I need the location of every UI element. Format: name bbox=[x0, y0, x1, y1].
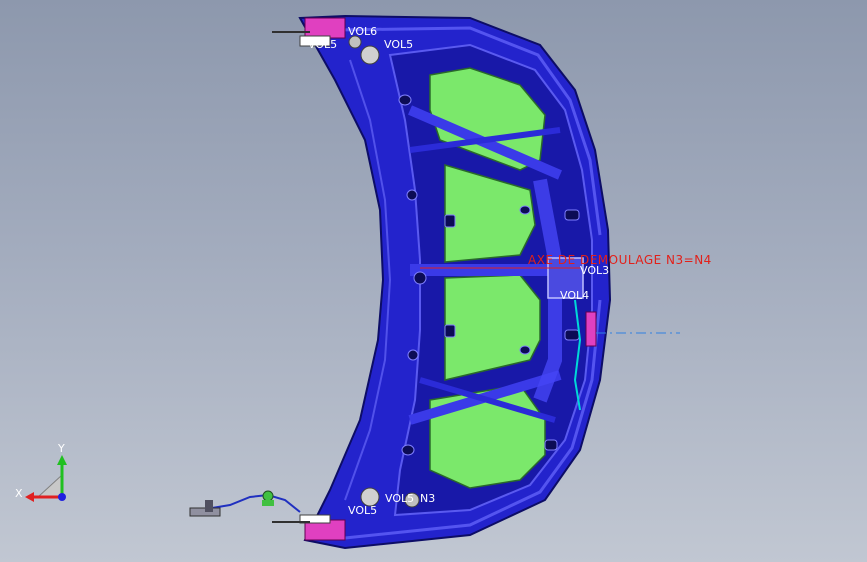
label-vol5-top: VOL5 bbox=[384, 38, 413, 51]
label-vol3: VOL3 bbox=[580, 264, 609, 277]
label-axe-demoulage: AXE DE DEMOULAGE N3=N4 bbox=[528, 253, 712, 267]
label-vol5-bottom-right: VOL5 bbox=[385, 492, 414, 505]
triad-z-axis-dot bbox=[58, 493, 66, 501]
triad-x-arrow-icon bbox=[25, 492, 34, 502]
label-vol6: VOL6 bbox=[348, 25, 377, 38]
label-vol4: VOL4 bbox=[560, 289, 589, 302]
cad-3d-viewport[interactable]: VOL6 VOL5 VOL5 AXE DE DEMOULAGE N3=N4 VO… bbox=[0, 0, 867, 562]
triad-plane bbox=[36, 473, 63, 498]
latch-bracket[interactable] bbox=[585, 311, 597, 347]
label-n3: N3 bbox=[420, 492, 435, 505]
triad-y-label: Y bbox=[57, 442, 65, 455]
axis-triad[interactable]: X Y bbox=[15, 442, 67, 502]
hood-part[interactable] bbox=[272, 14, 612, 550]
triad-x-label: X bbox=[15, 487, 23, 500]
triad-y-arrow-icon bbox=[57, 455, 67, 465]
washer-hose-assembly[interactable] bbox=[189, 490, 301, 517]
label-vol5-bottom-left: VOL5 bbox=[348, 504, 377, 517]
label-vol5-top-prefix: VOL5 bbox=[308, 38, 337, 51]
